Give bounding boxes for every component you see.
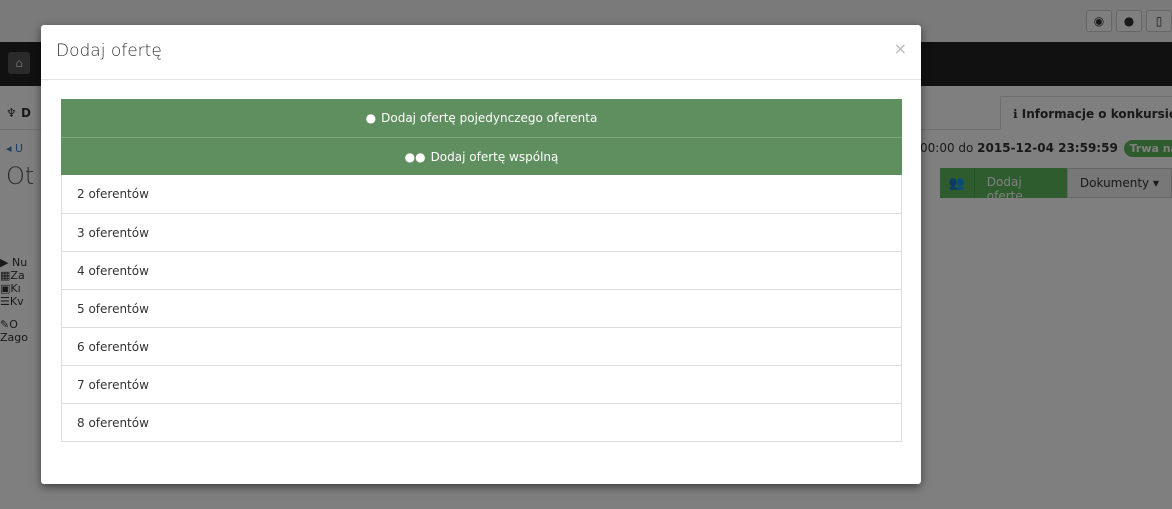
add-single-offer-label: Dodaj ofertę pojedynczego oferenta bbox=[381, 111, 598, 125]
add-offer-modal: Dodaj ofertę × ● Dodaj ofertę pojedyncze… bbox=[41, 25, 921, 484]
add-joint-offer-label: Dodaj ofertę wspólną bbox=[430, 149, 559, 164]
user-icon: ● bbox=[365, 111, 377, 125]
list-item[interactable]: 4 oferentów bbox=[62, 251, 901, 289]
offerent-count-list: 2 oferentów 3 oferentów 4 oferentów 5 of… bbox=[61, 175, 902, 442]
list-item[interactable]: 5 oferentów bbox=[62, 289, 901, 327]
modal-body: ● Dodaj ofertę pojedynczego oferenta ●● … bbox=[61, 99, 902, 442]
list-item[interactable]: 8 oferentów bbox=[62, 403, 901, 441]
list-item[interactable]: 2 oferentów bbox=[62, 175, 901, 213]
add-single-offer-button[interactable]: ● Dodaj ofertę pojedynczego oferenta bbox=[61, 99, 902, 137]
users-icon: ●● bbox=[404, 149, 426, 164]
list-item[interactable]: 6 oferentów bbox=[62, 327, 901, 365]
modal-header: Dodaj ofertę × bbox=[41, 25, 921, 80]
add-joint-offer-button[interactable]: ●● Dodaj ofertę wspólną bbox=[61, 137, 902, 175]
close-icon[interactable]: × bbox=[894, 39, 907, 58]
modal-title: Dodaj ofertę bbox=[56, 41, 162, 61]
list-item[interactable]: 3 oferentów bbox=[62, 213, 901, 251]
list-item[interactable]: 7 oferentów bbox=[62, 365, 901, 403]
